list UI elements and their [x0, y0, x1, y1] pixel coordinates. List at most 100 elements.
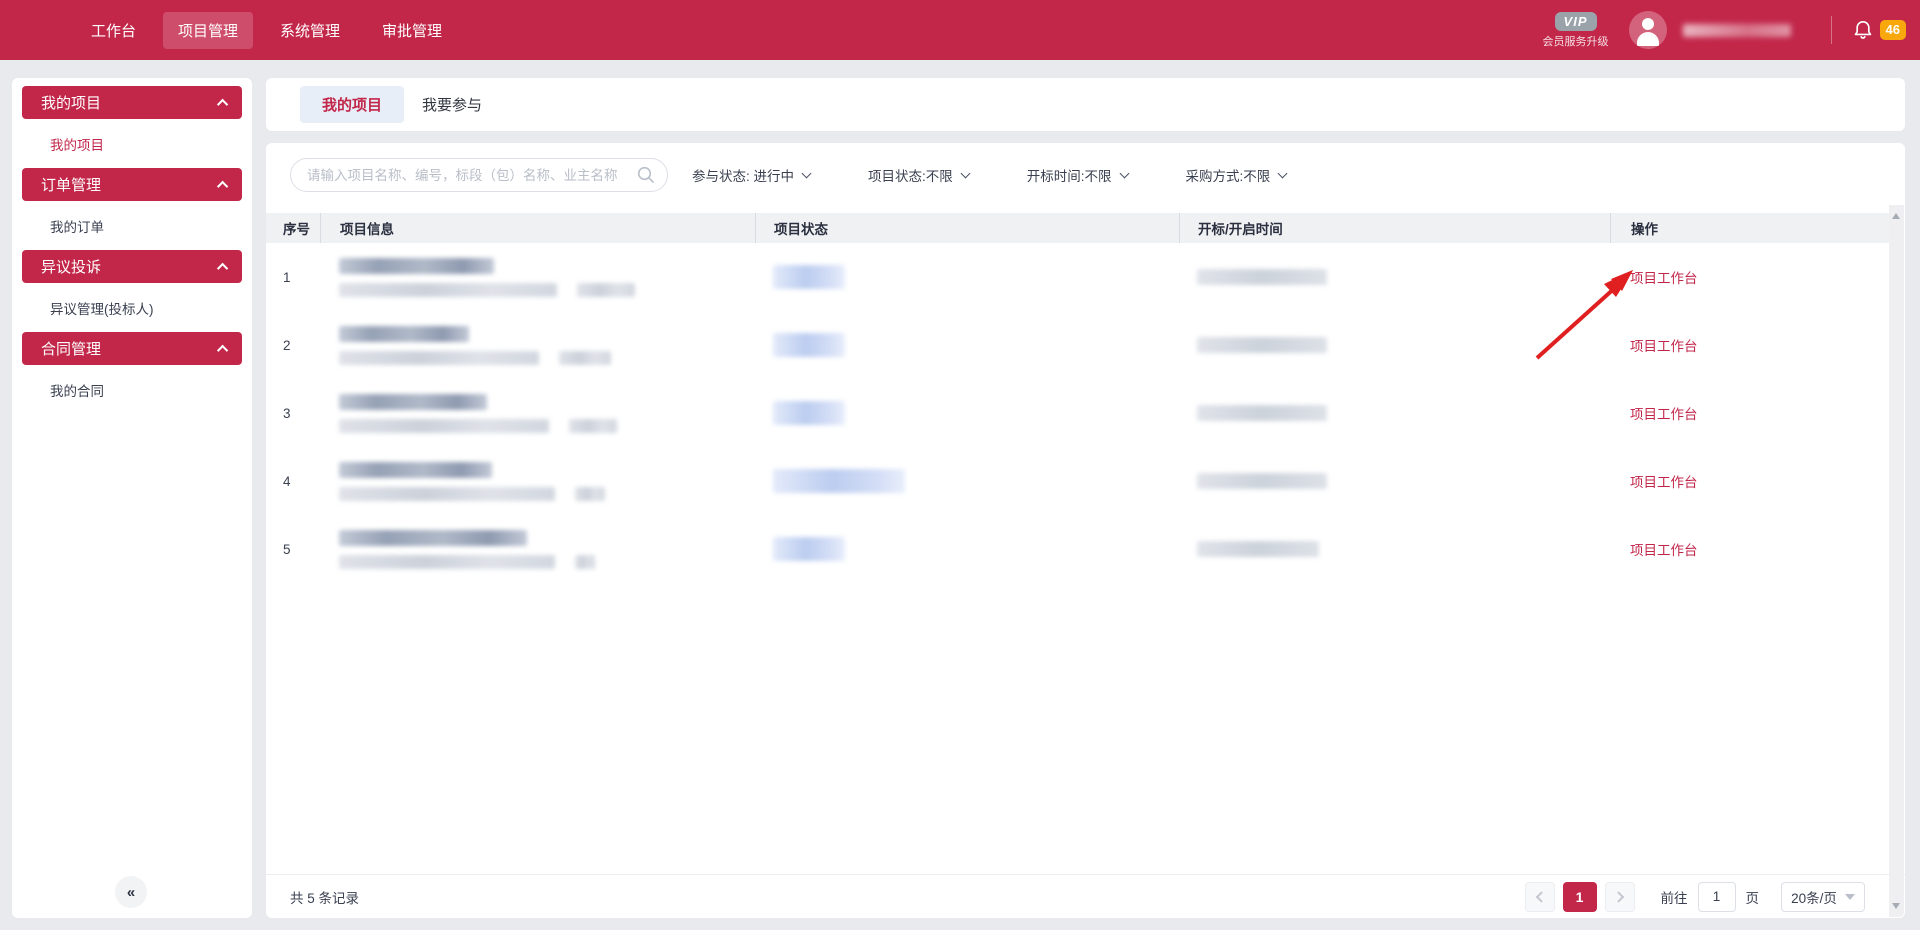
total-records: 共 5 条记录 [290, 887, 359, 907]
vertical-scrollbar[interactable] [1889, 205, 1904, 917]
chevron-right-icon [1612, 891, 1623, 902]
redacted-text [339, 326, 469, 342]
redacted-text [1197, 473, 1327, 489]
topbar-right-cluster: VIP 会员服务升级 46 [1543, 11, 1906, 49]
sidebar-collapse-button[interactable]: « [115, 876, 147, 908]
sidebar-group-label: 订单管理 [41, 174, 101, 195]
sidebar-item-my-orders[interactable]: 我的订单 [12, 201, 252, 250]
search-icon[interactable] [637, 166, 655, 184]
redacted-text [1197, 405, 1327, 421]
tabs-bar: 我的项目 我要参与 [266, 78, 1905, 131]
prev-page-button[interactable] [1525, 882, 1555, 912]
status-badge [773, 537, 845, 561]
tab-i-want-to-participate[interactable]: 我要参与 [412, 86, 492, 123]
notifications[interactable]: 46 [1852, 19, 1906, 41]
page-size-select[interactable]: 20条/页 [1781, 882, 1865, 912]
nav-item-workbench[interactable]: 工作台 [76, 12, 151, 49]
chevron-down-icon [802, 169, 812, 179]
open-time-redacted [1179, 541, 1610, 557]
chevron-up-icon [217, 180, 228, 191]
sidebar: 我的项目 我的项目 订单管理 我的订单 异议投诉 异议管理(投标人) 合同管理 … [12, 78, 252, 918]
chevron-down-icon [1845, 894, 1855, 900]
sidebar-group-my-projects[interactable]: 我的项目 [22, 86, 242, 119]
filter-participation-status[interactable]: 参与状态: 进行中 [692, 165, 810, 185]
redacted-text [339, 394, 487, 410]
table-row: 1 项目工作台 [266, 243, 1890, 311]
chevron-up-icon [217, 98, 228, 109]
scroll-down-icon[interactable] [1892, 903, 1900, 909]
filter-row: 参与状态: 进行中 项目状态:不限 开标时间:不限 采购方式:不限 [290, 158, 1905, 192]
search-box [290, 158, 668, 192]
project-status-redacted [755, 265, 1179, 289]
notification-count-badge[interactable]: 46 [1880, 20, 1906, 40]
sidebar-group-order-management[interactable]: 订单管理 [22, 168, 242, 201]
nav-item-system-management[interactable]: 系统管理 [265, 12, 355, 49]
table-row: 3 项目工作台 [266, 379, 1890, 447]
sidebar-group-label: 异议投诉 [41, 256, 101, 277]
redacted-text [559, 351, 611, 365]
page-unit-label: 页 [1746, 887, 1760, 907]
redacted-text [339, 487, 555, 501]
filter-label: 参与状态: 进行中 [692, 165, 794, 185]
tab-my-projects[interactable]: 我的项目 [300, 86, 404, 123]
redacted-text [339, 462, 492, 478]
sidebar-group-objection-complaint[interactable]: 异议投诉 [22, 250, 242, 283]
table-row: 4 项目工作台 [266, 447, 1890, 515]
redacted-text [1197, 269, 1327, 285]
username-redacted[interactable] [1683, 24, 1791, 37]
project-workbench-link[interactable]: 项目工作台 [1630, 543, 1698, 558]
scroll-up-icon[interactable] [1892, 213, 1900, 219]
redacted-text [339, 530, 527, 546]
nav-item-approval-management[interactable]: 审批管理 [367, 12, 457, 49]
sidebar-item-my-projects[interactable]: 我的项目 [12, 119, 252, 168]
sidebar-item-objection-management[interactable]: 异议管理(投标人) [12, 283, 252, 332]
redacted-text [577, 283, 635, 297]
chevron-left-icon [1535, 891, 1546, 902]
table-row: 5 项目工作台 [266, 515, 1890, 583]
page-size-value: 20条/页 [1791, 887, 1837, 907]
project-info-redacted [320, 530, 755, 569]
next-page-button[interactable] [1605, 882, 1635, 912]
project-status-redacted [755, 401, 1179, 425]
project-info-redacted [320, 394, 755, 433]
redacted-text [339, 555, 555, 569]
project-info-redacted [320, 462, 755, 501]
collapse-icon: « [127, 884, 135, 901]
search-input[interactable] [290, 158, 668, 192]
col-header-open-time: 开标/开启时间 [1179, 213, 1610, 243]
goto-label: 前往 [1661, 887, 1688, 907]
col-header-project-info: 项目信息 [320, 213, 755, 243]
bell-icon[interactable] [1852, 19, 1874, 41]
avatar-body-icon [1637, 32, 1659, 46]
page-number-button[interactable]: 1 [1563, 882, 1597, 912]
filter-project-status[interactable]: 项目状态:不限 [868, 165, 969, 185]
sidebar-group-contract-management[interactable]: 合同管理 [22, 332, 242, 365]
redacted-text [1197, 337, 1327, 353]
project-workbench-link[interactable]: 项目工作台 [1630, 339, 1698, 354]
redacted-text [339, 258, 494, 274]
row-serial: 4 [266, 474, 320, 489]
vip-caption: 会员服务升级 [1543, 33, 1609, 49]
project-workbench-link[interactable]: 项目工作台 [1630, 407, 1698, 422]
table-row: 2 项目工作台 [266, 311, 1890, 379]
nav-item-project-management[interactable]: 项目管理 [163, 12, 253, 49]
top-nav: 工作台 项目管理 系统管理 审批管理 [76, 12, 457, 49]
avatar[interactable] [1629, 11, 1667, 49]
top-bar: 工作台 项目管理 系统管理 审批管理 VIP 会员服务升级 46 [0, 0, 1920, 60]
filter-bid-opening-time[interactable]: 开标时间:不限 [1027, 165, 1128, 185]
redacted-text [339, 351, 539, 365]
sidebar-item-my-contracts[interactable]: 我的合同 [12, 365, 252, 414]
filter-procurement-method[interactable]: 采购方式:不限 [1186, 165, 1287, 185]
project-workbench-link[interactable]: 项目工作台 [1630, 271, 1698, 286]
chevron-down-icon [960, 169, 970, 179]
table-header: 序号 项目信息 项目状态 开标/开启时间 操作 [266, 213, 1890, 243]
open-time-redacted [1179, 473, 1610, 489]
goto-page-input[interactable] [1698, 882, 1736, 912]
project-workbench-link[interactable]: 项目工作台 [1630, 475, 1698, 490]
col-header-actions: 操作 [1610, 213, 1890, 243]
row-serial: 1 [266, 270, 320, 285]
vip-upgrade[interactable]: VIP 会员服务升级 [1543, 12, 1609, 49]
status-badge [773, 333, 845, 357]
redacted-text [575, 487, 605, 501]
status-badge [773, 469, 905, 493]
